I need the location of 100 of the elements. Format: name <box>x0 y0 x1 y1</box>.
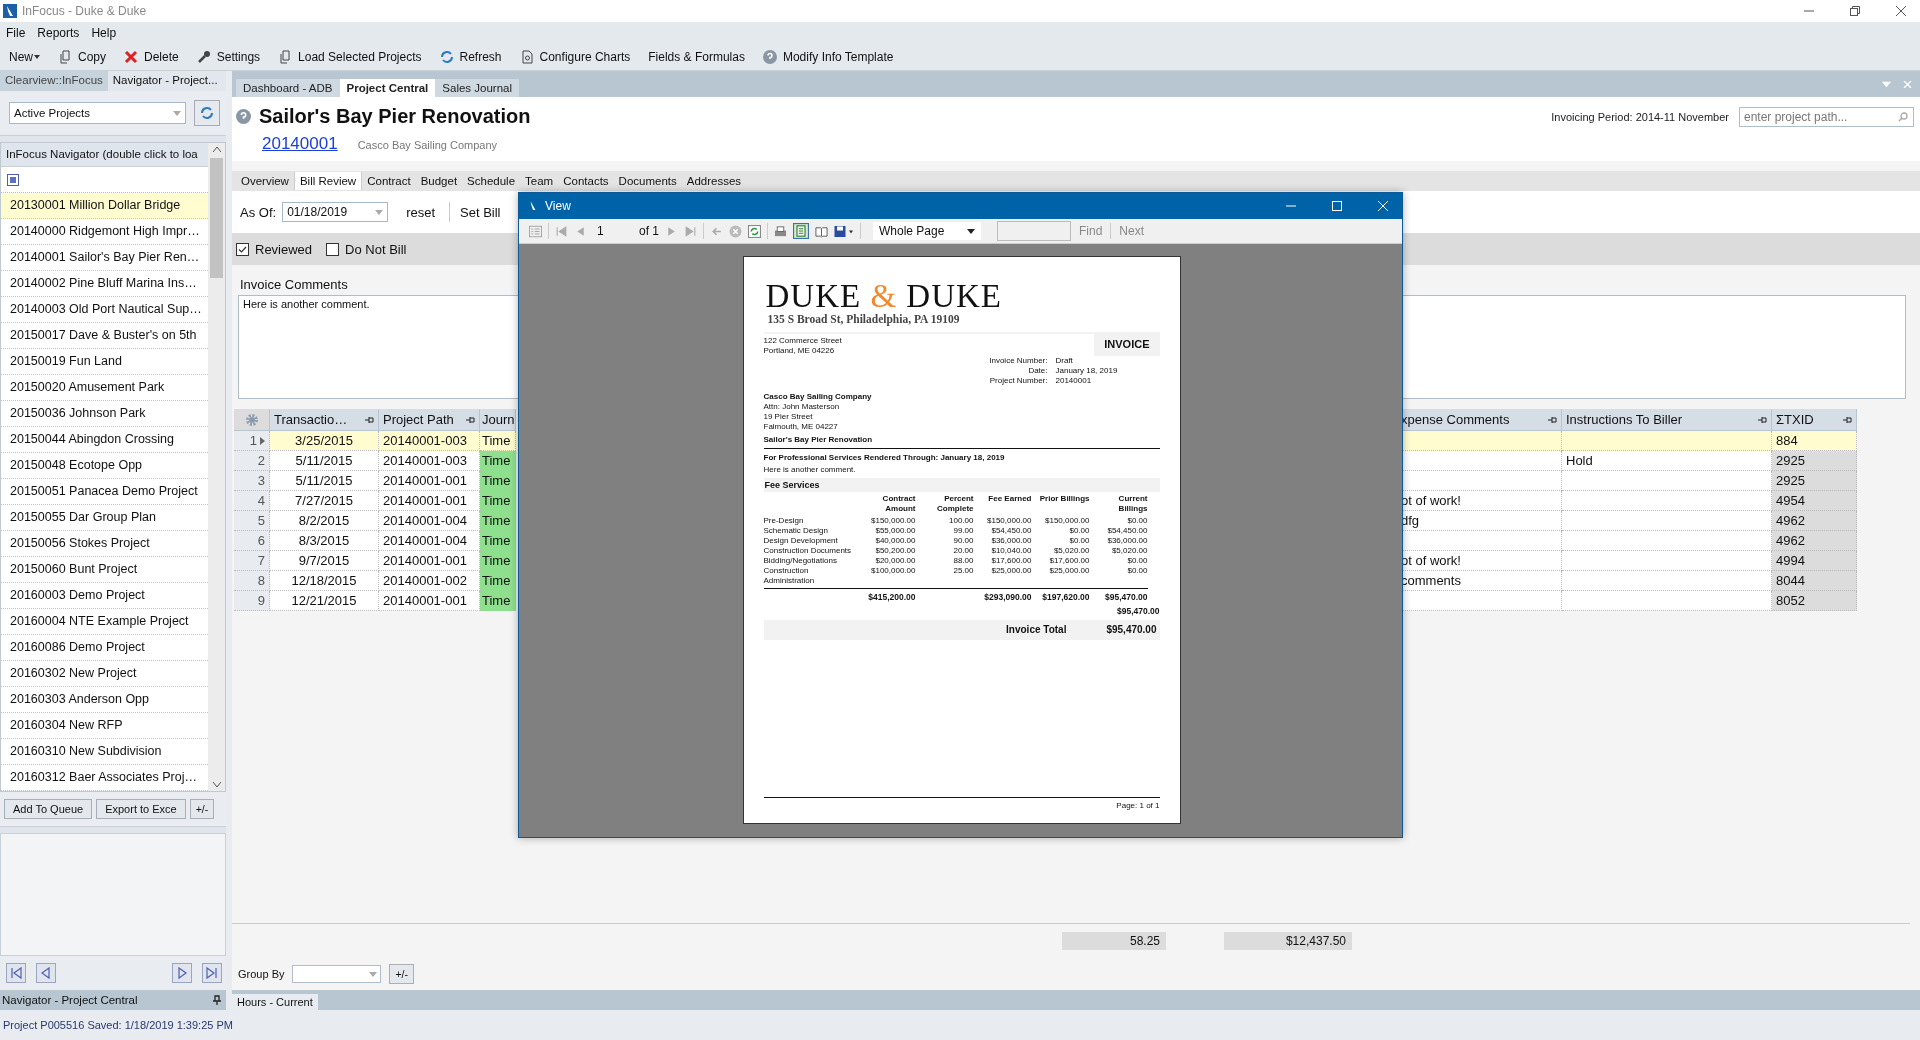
pin-icon[interactable] <box>1842 415 1852 424</box>
toolbar-button[interactable]: Configure Charts <box>516 48 634 66</box>
panel-tab[interactable]: Navigator - Project... <box>107 71 226 91</box>
project-filter-dropdown[interactable]: Active Projects <box>9 102 186 124</box>
page-view-icon[interactable] <box>793 223 809 239</box>
toggle-button[interactable]: +/- <box>189 799 215 819</box>
restore-icon[interactable] <box>1850 6 1860 16</box>
section-tab[interactable]: Bill Review <box>293 172 363 190</box>
fee-value: $36,000.00 <box>1106 536 1148 546</box>
set-bill-button[interactable]: Set Bill <box>458 202 503 222</box>
scroll-down-icon[interactable] <box>212 782 221 787</box>
last-page-icon[interactable] <box>684 224 697 238</box>
row-number[interactable]: 6 <box>234 531 270 551</box>
save-icon[interactable] <box>834 224 854 238</box>
page-field[interactable]: 1 <box>593 224 633 238</box>
filter-row-icon[interactable] <box>7 173 19 186</box>
refresh-icon[interactable] <box>748 224 761 238</box>
menu-item[interactable]: Help <box>91 26 117 40</box>
section-tab[interactable]: Budget <box>415 172 463 190</box>
zoom-dropdown[interactable]: Whole Page <box>873 222 981 240</box>
column-header[interactable]: ΣTXID <box>1772 409 1857 431</box>
section-tab[interactable]: Addresses <box>681 172 747 190</box>
project-number-link[interactable]: 20140001 <box>262 134 338 154</box>
checkbox-icon[interactable] <box>236 242 249 256</box>
fee-value: 25.00 <box>952 566 974 576</box>
close-icon[interactable] <box>1896 6 1906 16</box>
row-number[interactable]: 3 <box>234 471 270 491</box>
menu-item[interactable]: Reports <box>37 26 80 40</box>
toolbar-button[interactable]: Modify Info Template <box>759 48 897 66</box>
column-header[interactable]: Transactio… <box>270 409 379 431</box>
current-row-icon <box>260 436 265 445</box>
row-number[interactable]: 8 <box>234 571 270 591</box>
scrollbar[interactable] <box>208 143 225 791</box>
toolbar-button[interactable]: Copy <box>55 48 110 66</box>
previous-icon[interactable] <box>36 963 56 983</box>
toolbar-button[interactable]: Load Selected Projects <box>275 48 425 66</box>
row-number[interactable]: 7 <box>234 551 270 571</box>
print-icon[interactable] <box>774 224 787 238</box>
column-header[interactable]: Journ <box>480 409 516 431</box>
row-number[interactable]: 2 <box>234 451 270 471</box>
toggle-button[interactable]: +/- <box>389 964 414 984</box>
row-number[interactable]: 1 <box>234 431 270 451</box>
pin-icon[interactable] <box>1547 415 1557 424</box>
pin-icon[interactable] <box>212 995 222 1005</box>
document-tab[interactable]: Dashboard - ADB <box>236 79 340 97</box>
pin-icon[interactable] <box>1757 415 1767 424</box>
checkbox-icon[interactable] <box>326 242 340 256</box>
previous-page-icon[interactable] <box>574 224 587 238</box>
first-page-icon[interactable] <box>555 224 568 238</box>
toolbar-button[interactable]: Fields & Formulas <box>645 48 748 66</box>
toolbar-button[interactable]: Refresh <box>436 48 505 66</box>
grid-settings-button[interactable] <box>234 409 270 431</box>
column-header[interactable]: Project Path <box>379 409 480 431</box>
search-icon[interactable] <box>1898 112 1908 122</box>
document-tab[interactable]: Project Central <box>339 79 436 97</box>
next-icon[interactable] <box>172 963 192 983</box>
maximize-icon[interactable] <box>1332 201 1342 211</box>
scroll-thumb[interactable] <box>210 158 223 278</box>
document-tab[interactable]: Sales Journal <box>435 79 519 97</box>
next-page-icon[interactable] <box>665 224 678 238</box>
last-icon[interactable] <box>202 963 222 983</box>
section-tab[interactable]: Schedule <box>462 172 521 190</box>
list-icon[interactable] <box>529 224 542 238</box>
help-icon[interactable] <box>236 109 251 124</box>
column-header[interactable]: Instructions To Biller <box>1562 409 1772 431</box>
section-tab[interactable]: Overview <box>236 172 294 190</box>
journal-cell: Time <box>480 471 516 491</box>
search-field[interactable]: enter project path... <box>1739 107 1914 127</box>
pin-icon[interactable] <box>364 415 374 424</box>
bottom-tab[interactable]: Hours - Current <box>232 994 318 1010</box>
navigator-item[interactable]: 20130001 Million Dollar Bridge <box>1 193 208 219</box>
section-tab[interactable]: Team <box>520 172 559 190</box>
book-icon[interactable] <box>815 224 828 238</box>
fee-value: $0.00 <box>1068 536 1090 546</box>
row-number[interactable]: 9 <box>234 591 270 611</box>
column-header[interactable]: xpense Comments <box>1401 409 1562 431</box>
checkbox[interactable]: Do Not Bill <box>326 241 407 257</box>
scroll-up-icon[interactable] <box>212 147 221 152</box>
section-tab[interactable]: Contract <box>362 172 416 190</box>
path-cell: 20140001-001 <box>379 551 480 571</box>
panel-button[interactable]: Add To Queue <box>4 799 93 819</box>
section-tab[interactable]: Contacts <box>558 172 614 190</box>
toolbar-button[interactable]: Delete <box>121 48 182 66</box>
refresh-button[interactable] <box>194 100 220 126</box>
row-number[interactable]: 5 <box>234 511 270 531</box>
find-field[interactable] <box>997 221 1071 241</box>
date-field[interactable]: 01/18/2019 <box>282 202 389 222</box>
refresh-icon <box>200 106 214 120</box>
pin-icon[interactable] <box>465 415 475 424</box>
menu-item[interactable]: File <box>6 26 26 40</box>
panel-button[interactable]: Export to Exce <box>96 799 186 819</box>
row-number[interactable]: 4 <box>234 491 270 511</box>
checkbox[interactable]: Reviewed <box>236 241 313 257</box>
panel-tab[interactable]: Clearview::InFocus <box>0 71 108 91</box>
section-tab[interactable]: Documents <box>613 172 682 190</box>
fee-value: $0.00 <box>1126 566 1148 576</box>
toolbar-button[interactable]: New <box>6 48 43 66</box>
toolbar-button[interactable]: Settings <box>193 48 264 66</box>
first-icon[interactable] <box>6 963 26 983</box>
reset-button[interactable]: reset <box>402 202 440 222</box>
